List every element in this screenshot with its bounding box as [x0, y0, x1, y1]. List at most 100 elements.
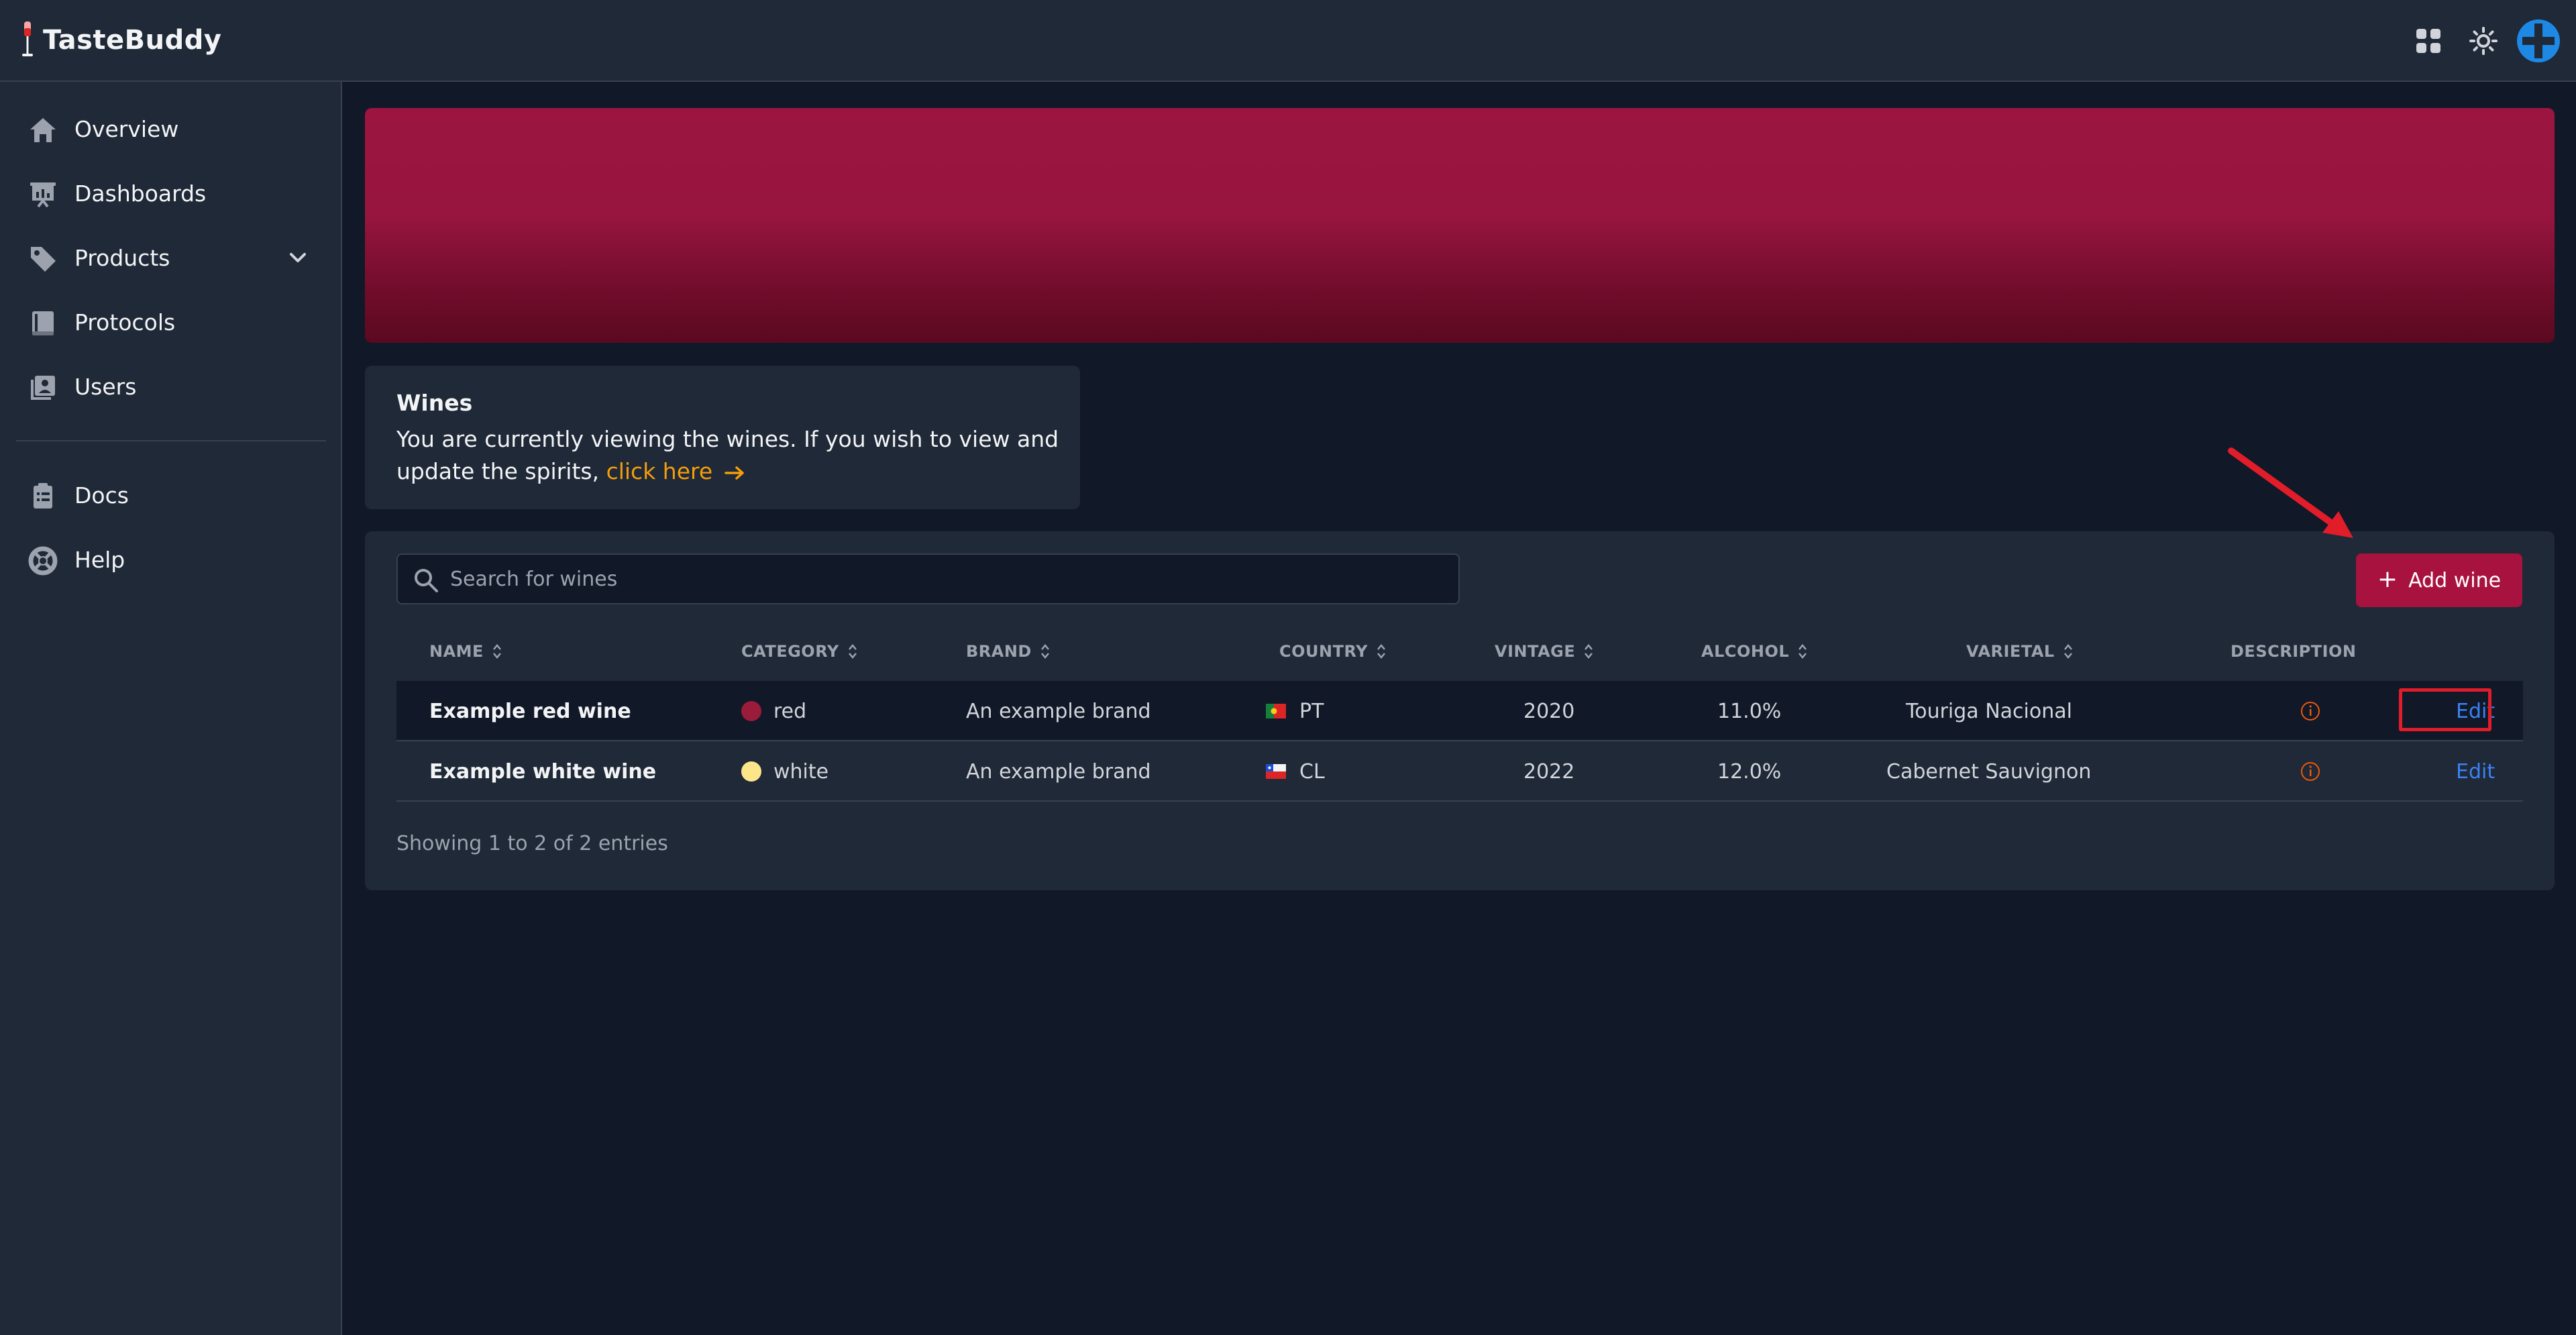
header-label: ALCOHOL: [1701, 642, 1790, 661]
column-header-vintage[interactable]: VINTAGE: [1495, 639, 1594, 663]
sidebar: Overview Dashboards Products Protocols U…: [0, 82, 342, 1335]
brand-cell: An example brand: [966, 759, 1151, 784]
header-label: CATEGORY: [741, 642, 839, 661]
lifebuoy-icon: [28, 546, 58, 576]
user-group-icon: [28, 373, 58, 403]
search-box[interactable]: [396, 553, 1460, 604]
table-entries-info: Showing 1 to 2 of 2 entries: [396, 832, 668, 855]
country-code: CL: [1299, 759, 1325, 784]
tag-icon: [28, 244, 58, 274]
column-header-name[interactable]: NAME: [429, 639, 502, 663]
sidebar-divider: [16, 440, 326, 441]
header-label: BRAND: [966, 642, 1032, 661]
alcohol-cell: 12.0%: [1717, 759, 1782, 784]
home-icon: [28, 115, 58, 145]
sidebar-item-products[interactable]: Products: [0, 231, 342, 284]
category-cell: red: [741, 681, 806, 741]
presentation-chart-icon: [28, 180, 58, 209]
header-label: COUNTRY: [1279, 642, 1368, 661]
book-icon: [28, 309, 58, 338]
portugal-flag-icon: [1266, 704, 1286, 718]
sort-icon: [1377, 644, 1385, 659]
plus-icon: +: [2377, 565, 2398, 593]
category-color-dot: [741, 701, 761, 721]
sidebar-item-label: Dashboards: [74, 180, 207, 207]
clipboard-icon: [28, 482, 58, 511]
column-header-varietal[interactable]: VARIETAL: [1966, 639, 2074, 663]
info-circle-icon[interactable]: [2300, 700, 2321, 722]
sidebar-item-label: Products: [74, 244, 170, 271]
brand-cell: An example brand: [966, 699, 1151, 723]
alcohol-cell: 11.0%: [1717, 699, 1782, 723]
sidebar-item-protocols[interactable]: Protocols: [0, 295, 342, 349]
search-input[interactable]: [450, 555, 1450, 603]
wines-table-card: + Add wine NAME CATEGORY BRAND COUNTRY V…: [365, 531, 2555, 890]
spirits-link[interactable]: click here: [606, 458, 747, 484]
sidebar-item-label: Users: [74, 373, 137, 400]
varietal-cell: Touriga Nacional: [1906, 699, 2072, 723]
sidebar-item-label: Overview: [74, 115, 179, 142]
table-row[interactable]: Example red wine red An example brand PT…: [396, 681, 2523, 741]
sun-theme-toggle-icon[interactable]: [2459, 17, 2508, 65]
spirits-link-label[interactable]: click here: [606, 458, 713, 484]
sidebar-item-overview[interactable]: Overview: [0, 102, 342, 156]
add-wine-button[interactable]: + Add wine: [2356, 553, 2522, 607]
sidebar-item-label: Help: [74, 546, 125, 573]
add-wine-label: Add wine: [2408, 568, 2502, 592]
description-cell[interactable]: [2300, 741, 2321, 802]
arrow-right-icon[interactable]: [724, 465, 747, 481]
sidebar-item-label: Docs: [74, 482, 129, 509]
column-header-alcohol[interactable]: ALCOHOL: [1701, 639, 1808, 663]
info-text: You are currently viewing the wines. If …: [396, 423, 1067, 488]
header-label: VINTAGE: [1495, 642, 1576, 661]
country-cell: PT: [1266, 681, 1324, 741]
sidebar-item-dashboards[interactable]: Dashboards: [0, 166, 342, 220]
column-header-country[interactable]: COUNTRY: [1279, 639, 1387, 663]
wine-glass-icon: [22, 21, 33, 56]
column-header-description: DESCRIPTION: [2231, 639, 2357, 663]
sort-icon: [2063, 644, 2072, 659]
app-title: TasteBuddy: [43, 25, 222, 56]
sort-icon: [1040, 644, 1049, 659]
category-label: white: [773, 759, 829, 784]
wine-name: Example red wine: [429, 699, 631, 723]
column-header-brand[interactable]: BRAND: [966, 639, 1051, 663]
sort-icon: [492, 644, 501, 659]
country-code: PT: [1299, 699, 1324, 723]
info-card: Wines You are currently viewing the wine…: [365, 366, 1080, 509]
sort-icon: [1585, 644, 1593, 659]
annotation-highlight-box: [2399, 688, 2491, 731]
column-header-category[interactable]: CATEGORY: [741, 639, 858, 663]
category-label: red: [773, 699, 807, 723]
edit-link[interactable]: Edit: [2456, 741, 2495, 802]
sort-icon: [1799, 644, 1807, 659]
vintage-cell: 2022: [1523, 759, 1575, 784]
category-color-dot: [741, 761, 761, 782]
chile-flag-icon: [1266, 764, 1286, 779]
vintage-cell: 2020: [1523, 699, 1575, 723]
sidebar-item-help[interactable]: Help: [0, 533, 342, 586]
hero-banner: [365, 108, 2555, 343]
annotation-arrow: [2228, 447, 2353, 538]
wine-name: Example white wine: [429, 759, 657, 784]
header-label: NAME: [429, 642, 484, 661]
sidebar-item-docs[interactable]: Docs: [0, 468, 342, 522]
header-label: VARIETAL: [1966, 642, 2055, 661]
header-label: DESCRIPTION: [2231, 642, 2357, 661]
sidebar-item-users[interactable]: Users: [0, 360, 342, 413]
info-circle-icon[interactable]: [2300, 761, 2321, 782]
chevron-down-icon[interactable]: [286, 246, 310, 270]
sidebar-item-label: Protocols: [74, 309, 176, 335]
table-row[interactable]: Example white wine white An example bran…: [396, 741, 2523, 802]
apps-grid-icon[interactable]: [2404, 17, 2453, 65]
top-bar: TasteBuddy: [0, 0, 2576, 82]
description-cell[interactable]: [2300, 681, 2321, 741]
search-icon: [415, 569, 438, 592]
info-title: Wines: [396, 390, 473, 416]
app-logo[interactable]: TasteBuddy: [19, 20, 221, 60]
category-cell: white: [741, 741, 828, 802]
user-avatar[interactable]: [2514, 17, 2563, 65]
country-cell: CL: [1266, 741, 1325, 802]
varietal-cell: Cabernet Sauvignon: [1886, 759, 2092, 784]
sort-icon: [848, 644, 857, 659]
